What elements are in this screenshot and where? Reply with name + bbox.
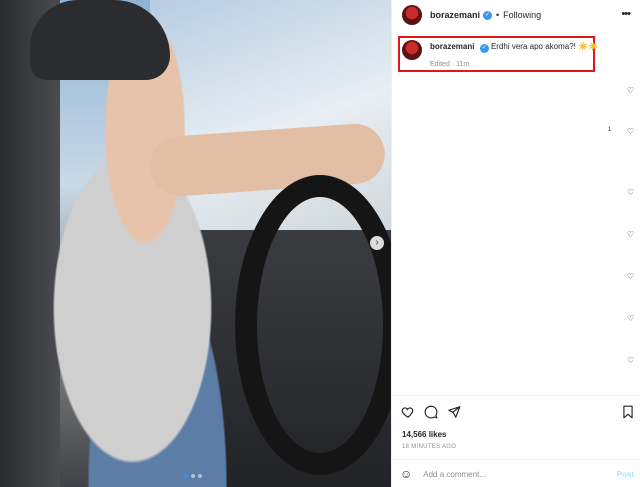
carousel-dot: [184, 474, 188, 478]
post-button[interactable]: Post: [617, 470, 634, 479]
comment-heart-icon[interactable]: ♡: [627, 315, 635, 323]
post-media[interactable]: ›: [0, 0, 391, 487]
comment-input[interactable]: [421, 468, 606, 480]
baseball-cap: [30, 0, 170, 80]
chevron-right-icon[interactable]: ›: [370, 236, 384, 250]
share-icon[interactable]: [447, 405, 461, 419]
carousel-dot: [198, 474, 202, 478]
emoji-icon[interactable]: ☺: [400, 468, 412, 480]
caption-meta: Edited · 11m: [430, 61, 470, 68]
avatar[interactable]: [402, 5, 422, 25]
timestamp[interactable]: 18 MINUTES AGO: [402, 444, 456, 450]
comment-heart-icon[interactable]: ♡: [627, 189, 635, 197]
divider: [392, 395, 640, 396]
comment-heart-icon[interactable]: ♡: [627, 357, 635, 365]
comment-heart-icon[interactable]: ♡: [627, 231, 635, 239]
comment-heart-icon[interactable]: ♡: [627, 273, 635, 281]
heart-icon[interactable]: [401, 405, 415, 419]
comment-row: ☺ Post: [400, 466, 634, 482]
caption: borazemani ✓ Erdhi vera apo akoma?! ☀️☀️…: [402, 40, 598, 68]
comment-heart-icon[interactable]: ♡: [627, 87, 635, 95]
reply-count: 1: [608, 127, 612, 133]
steering-wheel: [235, 175, 391, 475]
verified-badge-icon: ✓: [479, 44, 489, 53]
post-actions: [401, 404, 635, 420]
comment-icon[interactable]: [424, 405, 438, 419]
separator-bullet: •: [496, 10, 500, 20]
username-link[interactable]: borazemani: [430, 10, 480, 20]
carousel-dot: [191, 474, 195, 478]
bookmark-icon[interactable]: [621, 405, 635, 419]
person-figure: [20, 40, 270, 487]
more-horizontal-icon[interactable]: •••: [621, 9, 631, 20]
post-header: borazemani ✓ • Following: [392, 0, 640, 30]
caption-username[interactable]: borazemani: [430, 42, 474, 51]
post-sidebar: borazemani ✓ • Following ••• borazemani …: [391, 0, 640, 487]
likes-count[interactable]: 14,566 likes: [402, 430, 446, 439]
comment-heart-icon[interactable]: ♡: [627, 128, 635, 136]
divider: [392, 459, 640, 460]
caption-avatar[interactable]: [402, 40, 422, 60]
verified-badge-icon: ✓: [483, 10, 493, 20]
carousel-dots: [184, 474, 202, 478]
caption-text: Erdhi vera apo akoma?! ☀️☀️: [490, 42, 599, 51]
following-button[interactable]: Following: [503, 10, 541, 20]
